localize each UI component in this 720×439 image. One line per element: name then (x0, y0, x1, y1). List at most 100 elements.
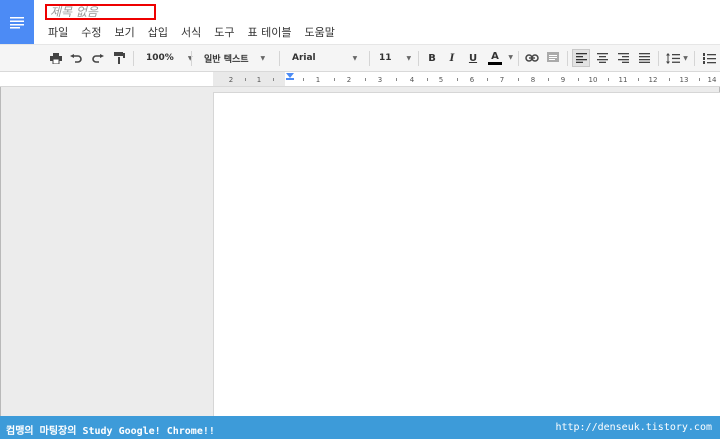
watermark-text: 컴맹의 마팅장의 Study Google! Chrome!! (6, 426, 215, 437)
ruler-minor-tick (427, 78, 428, 81)
ruler-label: 14 (707, 76, 717, 84)
menu-table-prefix: 표 (247, 26, 258, 39)
undo-icon (70, 53, 82, 63)
insert-link-button[interactable] (523, 49, 541, 67)
paragraph-style-select[interactable]: 일반 텍스트 ▼ (198, 49, 274, 67)
ruler-minor-tick (608, 78, 609, 81)
text-color-button[interactable]: A ▼ (485, 49, 513, 67)
ruler-minor-tick (334, 78, 335, 81)
underline-button[interactable]: U (465, 49, 481, 67)
ruler-label: 10 (588, 76, 598, 84)
toolbar-divider (518, 51, 519, 66)
ruler-label: 4 (409, 76, 415, 84)
ruler-label: 11 (618, 76, 628, 84)
link-icon (525, 54, 539, 62)
ruler-minor-tick (303, 78, 304, 81)
menu-tools[interactable]: 도구 (214, 24, 234, 40)
ruler-minor-tick (548, 78, 549, 81)
menu-view[interactable]: 보기 (115, 24, 135, 40)
ruler-label: 2 (228, 76, 234, 84)
toolbar-divider (567, 51, 568, 66)
ruler-label: 6 (469, 76, 475, 84)
print-icon (50, 52, 62, 64)
ruler-label: 13 (679, 76, 689, 84)
menu-edit[interactable]: 수정 (81, 24, 101, 40)
ruler-left-margin (213, 72, 285, 86)
menu-file[interactable]: 파일 (48, 24, 68, 40)
insert-comment-button[interactable] (545, 49, 561, 67)
align-right-button[interactable] (615, 49, 631, 67)
toolbar-divider (658, 51, 659, 66)
paragraph-style-value: 일반 텍스트 (204, 54, 249, 65)
ruler-minor-tick (273, 78, 274, 81)
ruler-label: 1 (315, 76, 321, 84)
style-caret-icon: ▼ (260, 54, 266, 62)
paint-format-icon (113, 52, 125, 64)
line-spacing-button[interactable]: ▼ (664, 49, 690, 67)
numbered-list-button[interactable] (700, 49, 718, 67)
ruler-label: 9 (560, 76, 566, 84)
menu-insert[interactable]: 삽입 (148, 24, 168, 40)
menu-table[interactable]: 표 테이블 (248, 24, 292, 40)
toolbar-divider (418, 51, 419, 66)
ruler-minor-tick (245, 78, 246, 81)
ruler-label: 7 (499, 76, 505, 84)
ruler-minor-tick (518, 78, 519, 81)
ruler-label: 12 (648, 76, 658, 84)
paint-format-button[interactable] (111, 49, 127, 67)
ruler-label: 5 (438, 76, 444, 84)
ruler-minor-tick (487, 78, 488, 81)
watermark-banner: 컴맹의 마팅장의 Study Google! Chrome!! http://d… (0, 416, 720, 439)
text-color-caret-icon: ▼ (508, 54, 513, 61)
ruler-minor-tick (638, 78, 639, 81)
redo-button[interactable] (90, 49, 106, 67)
ruler-label: 3 (377, 76, 383, 84)
toolbar-divider (694, 51, 695, 66)
line-spacing-caret-icon: ▼ (683, 54, 688, 62)
zoom-value: 100% (146, 53, 174, 63)
docs-menu-button[interactable] (0, 0, 34, 44)
align-justify-button[interactable] (636, 49, 652, 67)
align-justify-icon (638, 53, 650, 63)
document-title[interactable]: 제목 없음 (45, 4, 156, 20)
toolbar-divider (133, 51, 134, 66)
ruler-minor-tick (578, 78, 579, 81)
align-center-button[interactable] (594, 49, 610, 67)
font-select[interactable]: Arial ▼ (286, 49, 364, 67)
toolbar-divider (369, 51, 370, 66)
font-size-value: 11 (379, 53, 392, 63)
align-right-icon (617, 53, 629, 63)
undo-button[interactable] (68, 49, 84, 67)
ruler[interactable]: 2 1 1 2 3 4 5 6 7 8 9 10 11 12 13 14 (0, 72, 720, 87)
align-left-icon (575, 53, 587, 63)
font-caret-icon: ▼ (352, 54, 358, 62)
ruler-minor-tick (669, 78, 670, 81)
ruler-label: 8 (530, 76, 536, 84)
align-left-button[interactable] (572, 49, 590, 67)
toolbar-divider (191, 51, 192, 66)
redo-icon (92, 53, 104, 63)
align-center-icon (596, 53, 608, 63)
first-line-indent-handle[interactable] (286, 78, 294, 80)
menu-table-label: 테이블 (261, 26, 292, 39)
numbered-list-icon (702, 52, 716, 64)
ruler-minor-tick (457, 78, 458, 81)
ruler-label: 1 (256, 76, 262, 84)
ruler-minor-tick (699, 78, 700, 81)
font-size-select[interactable]: 11 ▼ (374, 49, 414, 67)
text-color-swatch (488, 62, 502, 65)
zoom-select[interactable]: 100%▼ (140, 49, 192, 67)
toolbar-divider (279, 51, 280, 66)
font-value: Arial (292, 53, 316, 63)
ruler-label: 2 (346, 76, 352, 84)
toolbar: 100%▼ 일반 텍스트▼ Arial▼ 11▼ B I U A ▼ ▼ (0, 44, 720, 72)
menu-format[interactable]: 서식 (181, 24, 201, 40)
ruler-minor-tick (396, 78, 397, 81)
bold-button[interactable]: B (424, 49, 440, 67)
document-page[interactable] (213, 92, 720, 416)
print-button[interactable] (48, 49, 64, 67)
comment-icon (547, 52, 559, 62)
menu-help[interactable]: 도움말 (305, 24, 335, 40)
watermark-url: http://denseuk.tistory.com (555, 422, 712, 433)
italic-button[interactable]: I (444, 49, 460, 67)
